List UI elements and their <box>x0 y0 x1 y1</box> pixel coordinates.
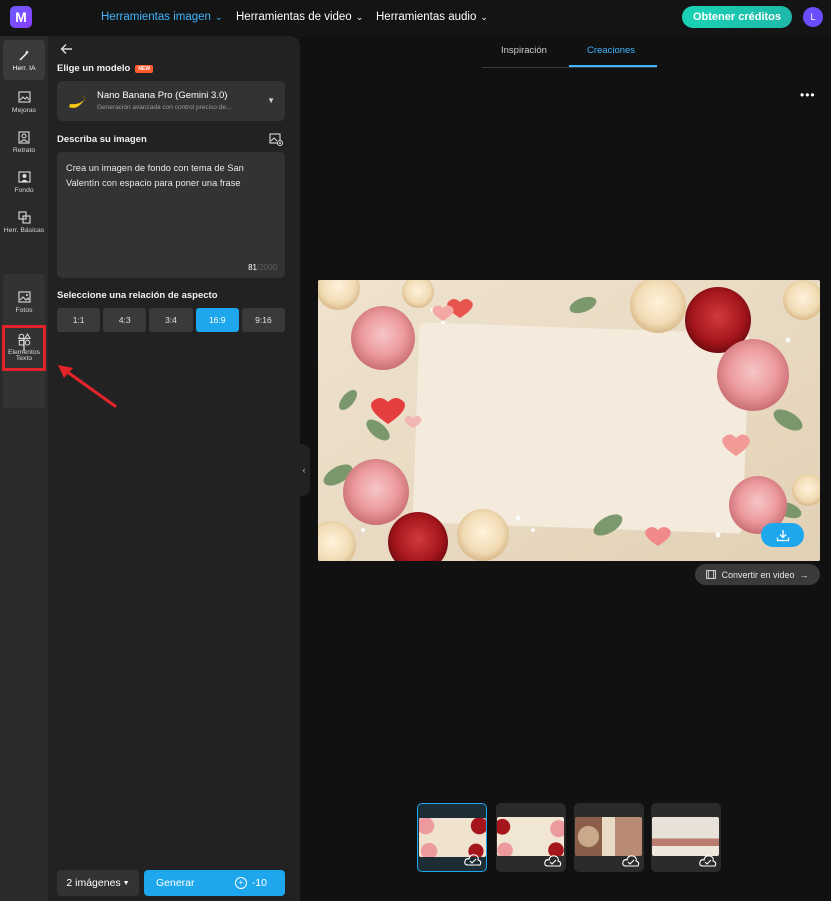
generated-image <box>318 280 820 561</box>
rail-label: Retrato <box>12 146 36 154</box>
rail-item-portrait[interactable]: Retrato <box>3 122 45 162</box>
highlight-box <box>2 325 46 371</box>
generate-cost: + -10 <box>234 877 267 889</box>
avatar[interactable]: L <box>803 7 823 27</box>
more-options-icon[interactable]: ••• <box>800 88 816 102</box>
aspect-ratio-group: 1:1 4:3 3:4 16:9 9:16 <box>57 308 286 332</box>
convert-to-video-button[interactable]: Convertir en video → <box>695 564 820 585</box>
thumbnail-image <box>419 818 486 857</box>
nav-image-tools[interactable]: Herramientas imagen ⌄ <box>101 11 222 23</box>
thumbnail-image <box>497 817 564 856</box>
video-icon <box>706 570 717 579</box>
photos-icon <box>17 291 31 304</box>
ratio-4-3-button[interactable]: 4:3 <box>103 308 147 332</box>
nav-label: Herramientas audio <box>376 11 477 23</box>
nav-label: Herramientas imagen <box>101 11 211 23</box>
prompt-textarea[interactable]: Crea un imagen de fondo con tema de San … <box>57 152 285 278</box>
model-label-text: Elige un modelo <box>57 63 131 74</box>
model-selector[interactable]: Nano Banana Pro (Gemini 3.0) Generación … <box>57 81 285 121</box>
cost-value: -10 <box>251 877 267 889</box>
rail-item-basic-tools[interactable]: Herr. Básicas <box>3 202 45 242</box>
tab-inspiration[interactable]: Inspiración <box>501 45 547 56</box>
nav-label: Herramientas de video <box>236 11 352 23</box>
crop-icon <box>17 210 31 224</box>
thumbnail-4[interactable] <box>651 803 721 872</box>
banana-icon <box>67 93 87 116</box>
caret-down-icon: ▼ <box>122 879 130 887</box>
image-count-value: 2 imágenes <box>66 877 121 889</box>
convert-label: Convertir en video <box>721 569 795 580</box>
prompt-section-label: Describa su imagen <box>57 134 147 145</box>
thumbnail-image <box>652 817 719 856</box>
magic-wand-icon <box>18 49 31 62</box>
model-name: Nano Banana Pro (Gemini 3.0) <box>97 90 228 101</box>
image-count-select[interactable]: 2 imágenes ▼ <box>57 870 139 896</box>
image-reference-icon[interactable] <box>269 133 283 146</box>
credit-coin-icon: + <box>234 877 247 889</box>
arrow-right-icon: → <box>799 569 809 580</box>
ai-tools-panel: Elige un modelo NEW Nano Banana Pro (Gem… <box>48 36 300 901</box>
portrait-icon <box>18 130 31 144</box>
collapse-panel-handle[interactable]: ‹ <box>298 444 310 496</box>
model-section-label: Elige un modelo NEW <box>57 63 154 74</box>
rail-item-enhance[interactable]: Mejoras <box>3 82 45 122</box>
main-tabs: Inspiración Creaciones <box>482 38 657 68</box>
rail-item-ai-tools[interactable]: Herr. IA <box>3 40 45 80</box>
new-badge: NEW <box>135 64 154 73</box>
background-icon <box>17 171 31 184</box>
rail-label: Herr. Básicas <box>3 226 45 234</box>
cloud-saved-icon <box>699 855 717 867</box>
thumbnail-1[interactable] <box>417 803 487 872</box>
app-logo[interactable]: M <box>10 6 32 28</box>
ratio-9-16-button[interactable]: 9:16 <box>241 308 286 332</box>
download-icon <box>776 529 789 541</box>
get-credits-button[interactable]: Obtener créditos <box>682 6 792 28</box>
rail-item-photos[interactable]: Fotos <box>3 282 45 322</box>
char-max: /2000 <box>256 263 277 272</box>
model-description: Generación avanzada con control preciso … <box>97 104 232 111</box>
nav-audio-tools[interactable]: Herramientas audio ⌄ <box>376 11 488 23</box>
annotation-arrow <box>58 365 117 408</box>
rail-item-background[interactable]: Fondo <box>3 162 45 202</box>
rail-label: Mejoras <box>11 106 37 114</box>
ratio-3-4-button[interactable]: 3:4 <box>149 308 193 332</box>
chevron-down-icon: ⌄ <box>214 11 223 22</box>
rail-label: Fotos <box>15 306 33 314</box>
thumbnail-2[interactable] <box>496 803 566 872</box>
top-bar: M Herramientas imagen ⌄ Herramientas de v… <box>0 0 831 36</box>
generate-label: Generar <box>156 877 195 889</box>
ratio-16-9-button[interactable]: 16:9 <box>195 308 239 332</box>
tool-rail: Herr. IA Mejoras Retrato Fondo Herr. Bás… <box>0 36 48 901</box>
back-arrow-icon[interactable] <box>60 42 73 58</box>
enhance-image-icon <box>17 91 31 104</box>
rail-label: Herr. IA <box>12 64 36 72</box>
cloud-saved-icon <box>544 855 562 867</box>
nav-video-tools[interactable]: Herramientas de video ⌄ <box>236 11 363 23</box>
rail-label: Fondo <box>14 186 34 194</box>
thumbnail-image <box>575 817 642 856</box>
download-button[interactable] <box>761 523 804 547</box>
chevron-left-icon: ‹ <box>302 465 306 475</box>
char-count: 81 <box>248 263 257 272</box>
thumbnail-3[interactable] <box>574 803 644 872</box>
aspect-section-label: Seleccione una relación de aspecto <box>57 290 218 301</box>
logo-letter: M <box>15 9 27 25</box>
prompt-text[interactable]: Crea un imagen de fondo con tema de San … <box>66 161 271 191</box>
caret-down-icon: ▼ <box>267 96 275 105</box>
cloud-saved-icon <box>622 855 640 867</box>
generate-button[interactable]: Generar + -10 <box>144 870 285 896</box>
chevron-down-icon: ⌄ <box>480 11 488 22</box>
valentine-background-image <box>318 280 820 561</box>
char-counter: 81/2000 <box>248 263 277 272</box>
active-tab-indicator <box>569 65 657 67</box>
cloud-saved-icon <box>464 854 482 866</box>
chevron-down-icon: ⌄ <box>355 11 364 22</box>
tab-creations[interactable]: Creaciones <box>587 45 635 56</box>
ratio-1-1-button[interactable]: 1:1 <box>57 308 101 332</box>
